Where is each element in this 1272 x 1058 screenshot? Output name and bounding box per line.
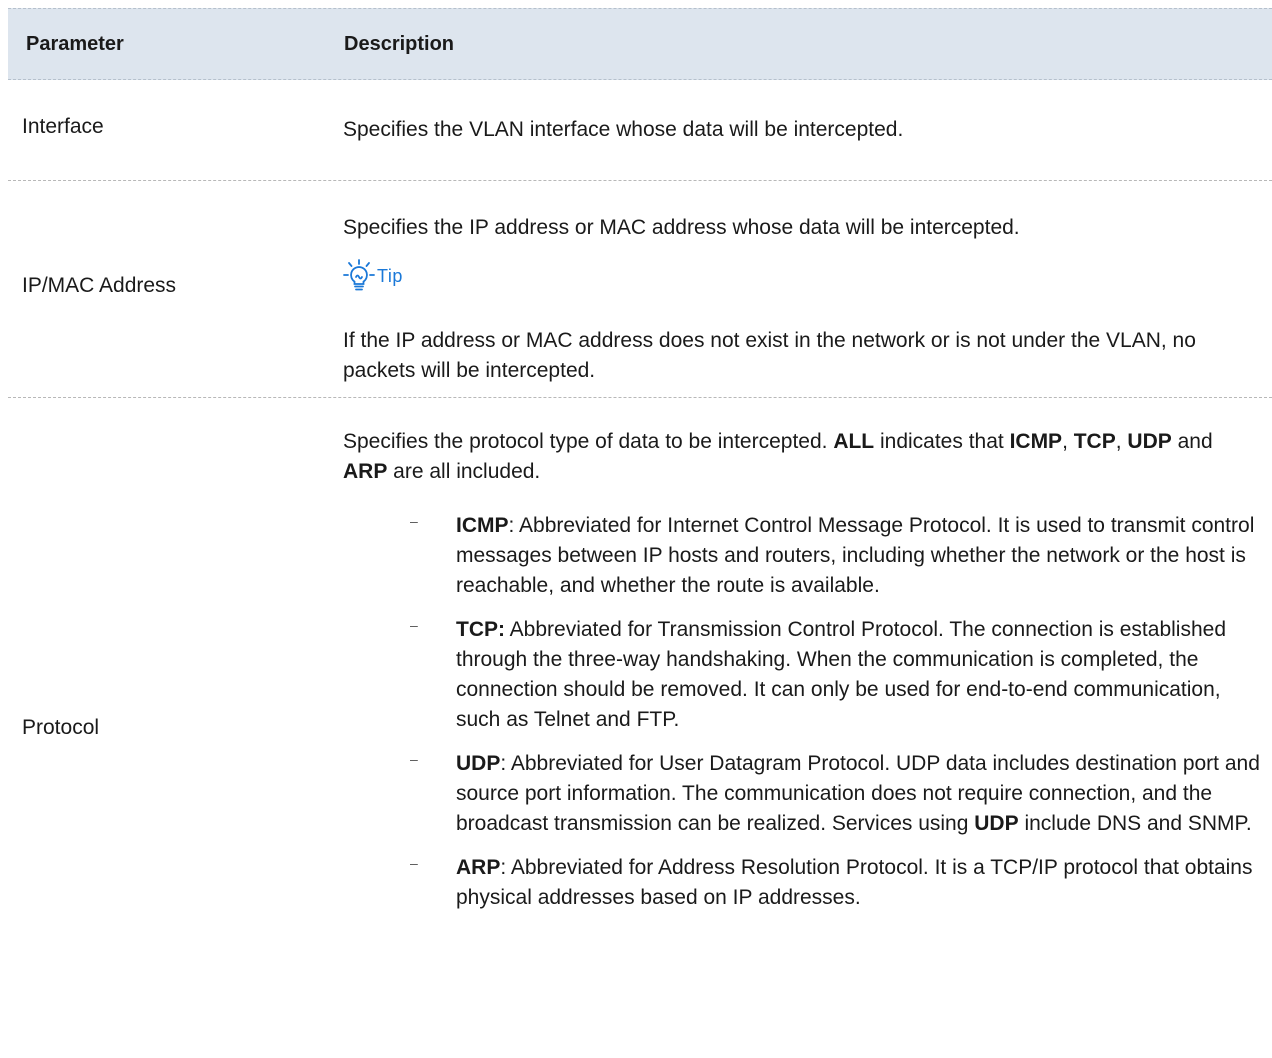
table-row-ipmac: IP/MAC Address Specifies the IP address … bbox=[8, 181, 1272, 398]
header-parameter: Parameter bbox=[26, 33, 124, 55]
list-item-arp: – ARP: Abbreviated for Address Resolutio… bbox=[343, 853, 1263, 913]
table-row-protocol: Protocol Specifies the protocol type of … bbox=[8, 398, 1272, 1058]
term-icmp: ICMP bbox=[456, 514, 509, 537]
param-interface: Interface bbox=[22, 115, 104, 138]
list-item-udp: – UDP: Abbreviated for User Datagram Pro… bbox=[343, 749, 1263, 839]
tip-callout: Tip bbox=[343, 258, 403, 294]
protocol-list: – ICMP: Abbreviated for Internet Control… bbox=[343, 511, 1263, 927]
intro-text: , bbox=[1062, 430, 1074, 453]
bullet-marker: – bbox=[410, 855, 418, 871]
list-item-icmp: – ICMP: Abbreviated for Internet Control… bbox=[343, 511, 1263, 601]
intro-tcp: TCP bbox=[1073, 430, 1116, 453]
intro-text: and bbox=[1171, 430, 1213, 453]
text-tcp: Abbreviated for Transmission Control Pro… bbox=[456, 618, 1226, 731]
header-description: Description bbox=[344, 33, 455, 55]
intro-arp: ARP bbox=[343, 460, 388, 483]
list-item-tcp: – TCP: Abbreviated for Transmission Cont… bbox=[343, 615, 1263, 735]
intro-text: Specifies the protocol type of data to b… bbox=[343, 430, 834, 453]
term-udp: UDP bbox=[456, 752, 501, 775]
desc-interface: Specifies the VLAN interface whose data … bbox=[343, 118, 904, 141]
table-row-interface: Interface Specifies the VLAN interface w… bbox=[8, 80, 1272, 181]
text-icmp: : Abbreviated for Internet Control Messa… bbox=[456, 514, 1255, 597]
intro-icmp: ICMP bbox=[1009, 430, 1063, 453]
param-ipmac: IP/MAC Address bbox=[22, 274, 177, 297]
desc-ipmac-note: If the IP address or MAC address does no… bbox=[343, 329, 1196, 382]
intro-text: , bbox=[1115, 430, 1128, 453]
intro-all: ALL bbox=[833, 430, 875, 453]
intro-text: are all included. bbox=[387, 460, 541, 483]
term-udp-2: UDP bbox=[974, 812, 1019, 835]
bullet-marker: – bbox=[410, 513, 418, 529]
lightbulb-icon bbox=[343, 259, 375, 291]
term-tcp: TCP: bbox=[456, 618, 505, 641]
term-arp: ARP bbox=[456, 856, 501, 879]
text-arp: : Abbreviated for Address Resolution Pro… bbox=[456, 856, 1253, 909]
bullet-marker: – bbox=[410, 617, 418, 633]
desc-ipmac: Specifies the IP address or MAC address … bbox=[343, 216, 1020, 239]
table-header: Parameter Description bbox=[8, 8, 1272, 80]
bullet-marker: – bbox=[410, 751, 418, 767]
desc-protocol-intro: Specifies the protocol type of data to b… bbox=[343, 427, 1258, 487]
param-protocol: Protocol bbox=[22, 716, 100, 739]
intro-text: indicates that bbox=[874, 430, 1010, 453]
tip-label: Tip bbox=[377, 265, 403, 286]
text-udp-2: include DNS and SNMP. bbox=[1018, 812, 1252, 835]
intro-udp: UDP bbox=[1127, 430, 1172, 453]
parameter-table: Parameter Description Interface Specifie… bbox=[8, 8, 1272, 1058]
